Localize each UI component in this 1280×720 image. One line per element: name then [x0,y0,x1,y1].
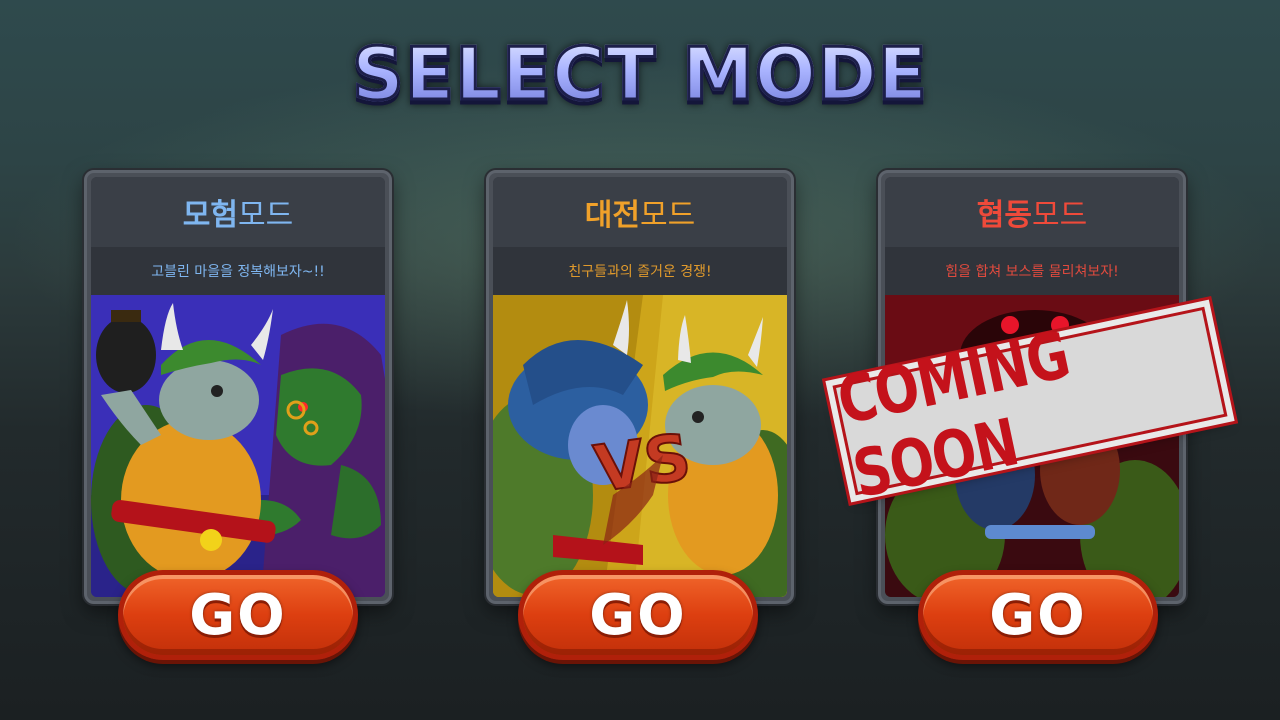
go-button-versus[interactable]: GO [518,570,758,660]
mode-card-subtitle: 고블린 마을을 정복해보자~!! [91,247,385,295]
mode-title-accent: 대전 [584,198,640,233]
mode-title-accent: 협동 [976,198,1032,233]
mode-card-inner: 대전 모드 친구들과의 즐거운 경쟁! VS [493,177,787,597]
mode-title-rest: 모드 [640,198,696,233]
versus-art-image: VS [493,295,787,597]
mode-card-adventure[interactable]: 모험 모드 고블린 마을을 정복해보자~!! [84,170,392,604]
mode-card-title: 대전 모드 [493,177,787,247]
go-button-label: GO [189,582,287,648]
go-button-adventure[interactable]: GO [118,570,358,660]
mode-title-rest: 모드 [1032,198,1088,233]
adventure-art-image [91,295,385,597]
mode-card-title: 모험 모드 [91,177,385,247]
mode-title-rest: 모드 [238,198,294,233]
go-button-coop[interactable]: GO [918,570,1158,660]
page-title: SELECT MODE [0,31,1280,118]
mode-title-accent: 모험 [182,198,238,233]
mode-card-subtitle: 친구들과의 즐거운 경쟁! [493,247,787,295]
go-button-label: GO [589,582,687,648]
mode-card-subtitle: 힘을 합쳐 보스를 물리쳐보자! [885,247,1179,295]
mode-card-title: 협동 모드 [885,177,1179,247]
go-button-label: GO [989,582,1087,648]
mode-card-versus[interactable]: 대전 모드 친구들과의 즐거운 경쟁! VS [486,170,794,604]
mode-card-inner: 모험 모드 고블린 마을을 정복해보자~!! [91,177,385,597]
